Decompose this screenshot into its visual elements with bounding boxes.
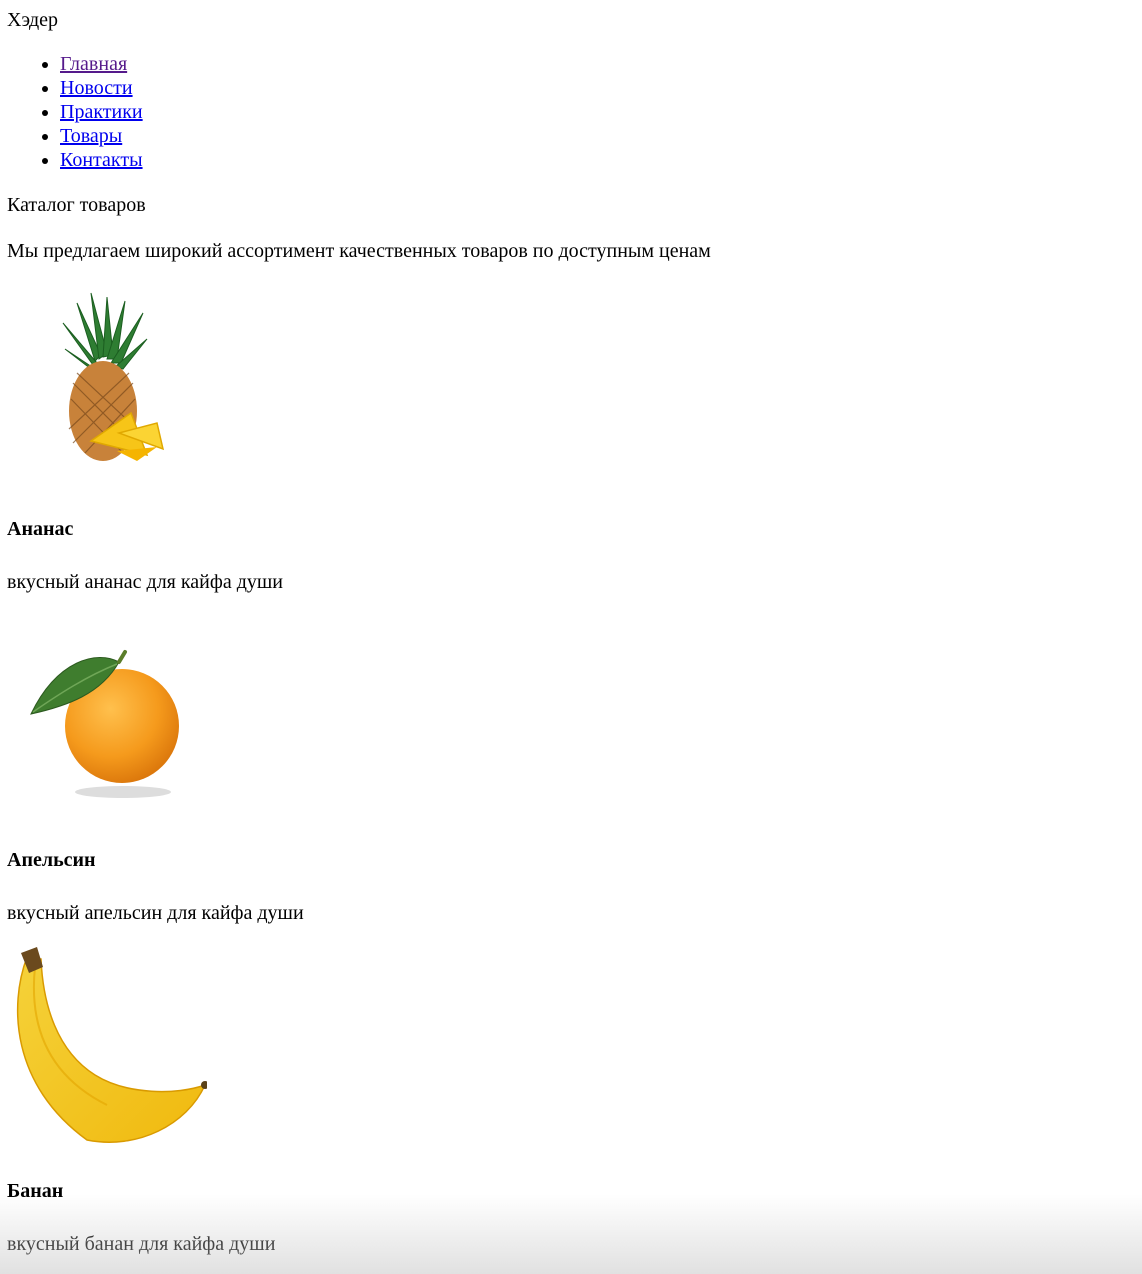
nav-item-contacts: Контакты: [60, 148, 143, 172]
product-name: Ананас: [7, 518, 74, 540]
product-description: вкусный апельсин для кайфа души: [7, 902, 304, 924]
header-title: Хэдер: [7, 9, 59, 31]
product-name: Банан: [7, 1180, 64, 1202]
product-description: вкусный банан для кайфа души: [7, 1233, 276, 1255]
orange-image: [7, 614, 207, 814]
nav-link-news[interactable]: Новости: [60, 77, 133, 99]
nav-link-contacts[interactable]: Контакты: [60, 149, 143, 171]
nav-link-practices[interactable]: Практики: [60, 101, 143, 123]
nav-item-news: Новости: [60, 76, 143, 100]
nav-item-practices: Практики: [60, 100, 143, 124]
catalog-title: Каталог товаров: [7, 194, 146, 216]
product-name: Апельсин: [7, 849, 96, 871]
nav-item-home: Главная: [60, 52, 143, 76]
catalog-description: Мы предлагаем широкий ассортимент качест…: [7, 240, 711, 262]
product-description: вкусный ананас для кайфа души: [7, 571, 283, 593]
nav-link-home[interactable]: Главная: [60, 53, 127, 75]
nav-link-products[interactable]: Товары: [60, 125, 122, 147]
main-nav: Главная Новости Практики Товары Контакты: [0, 52, 143, 172]
nav-item-products: Товары: [60, 124, 143, 148]
pineapple-image: [7, 283, 207, 483]
page: Хэдер Главная Новости Практики Товары Ко…: [0, 0, 1142, 1274]
banana-image: [7, 945, 207, 1145]
